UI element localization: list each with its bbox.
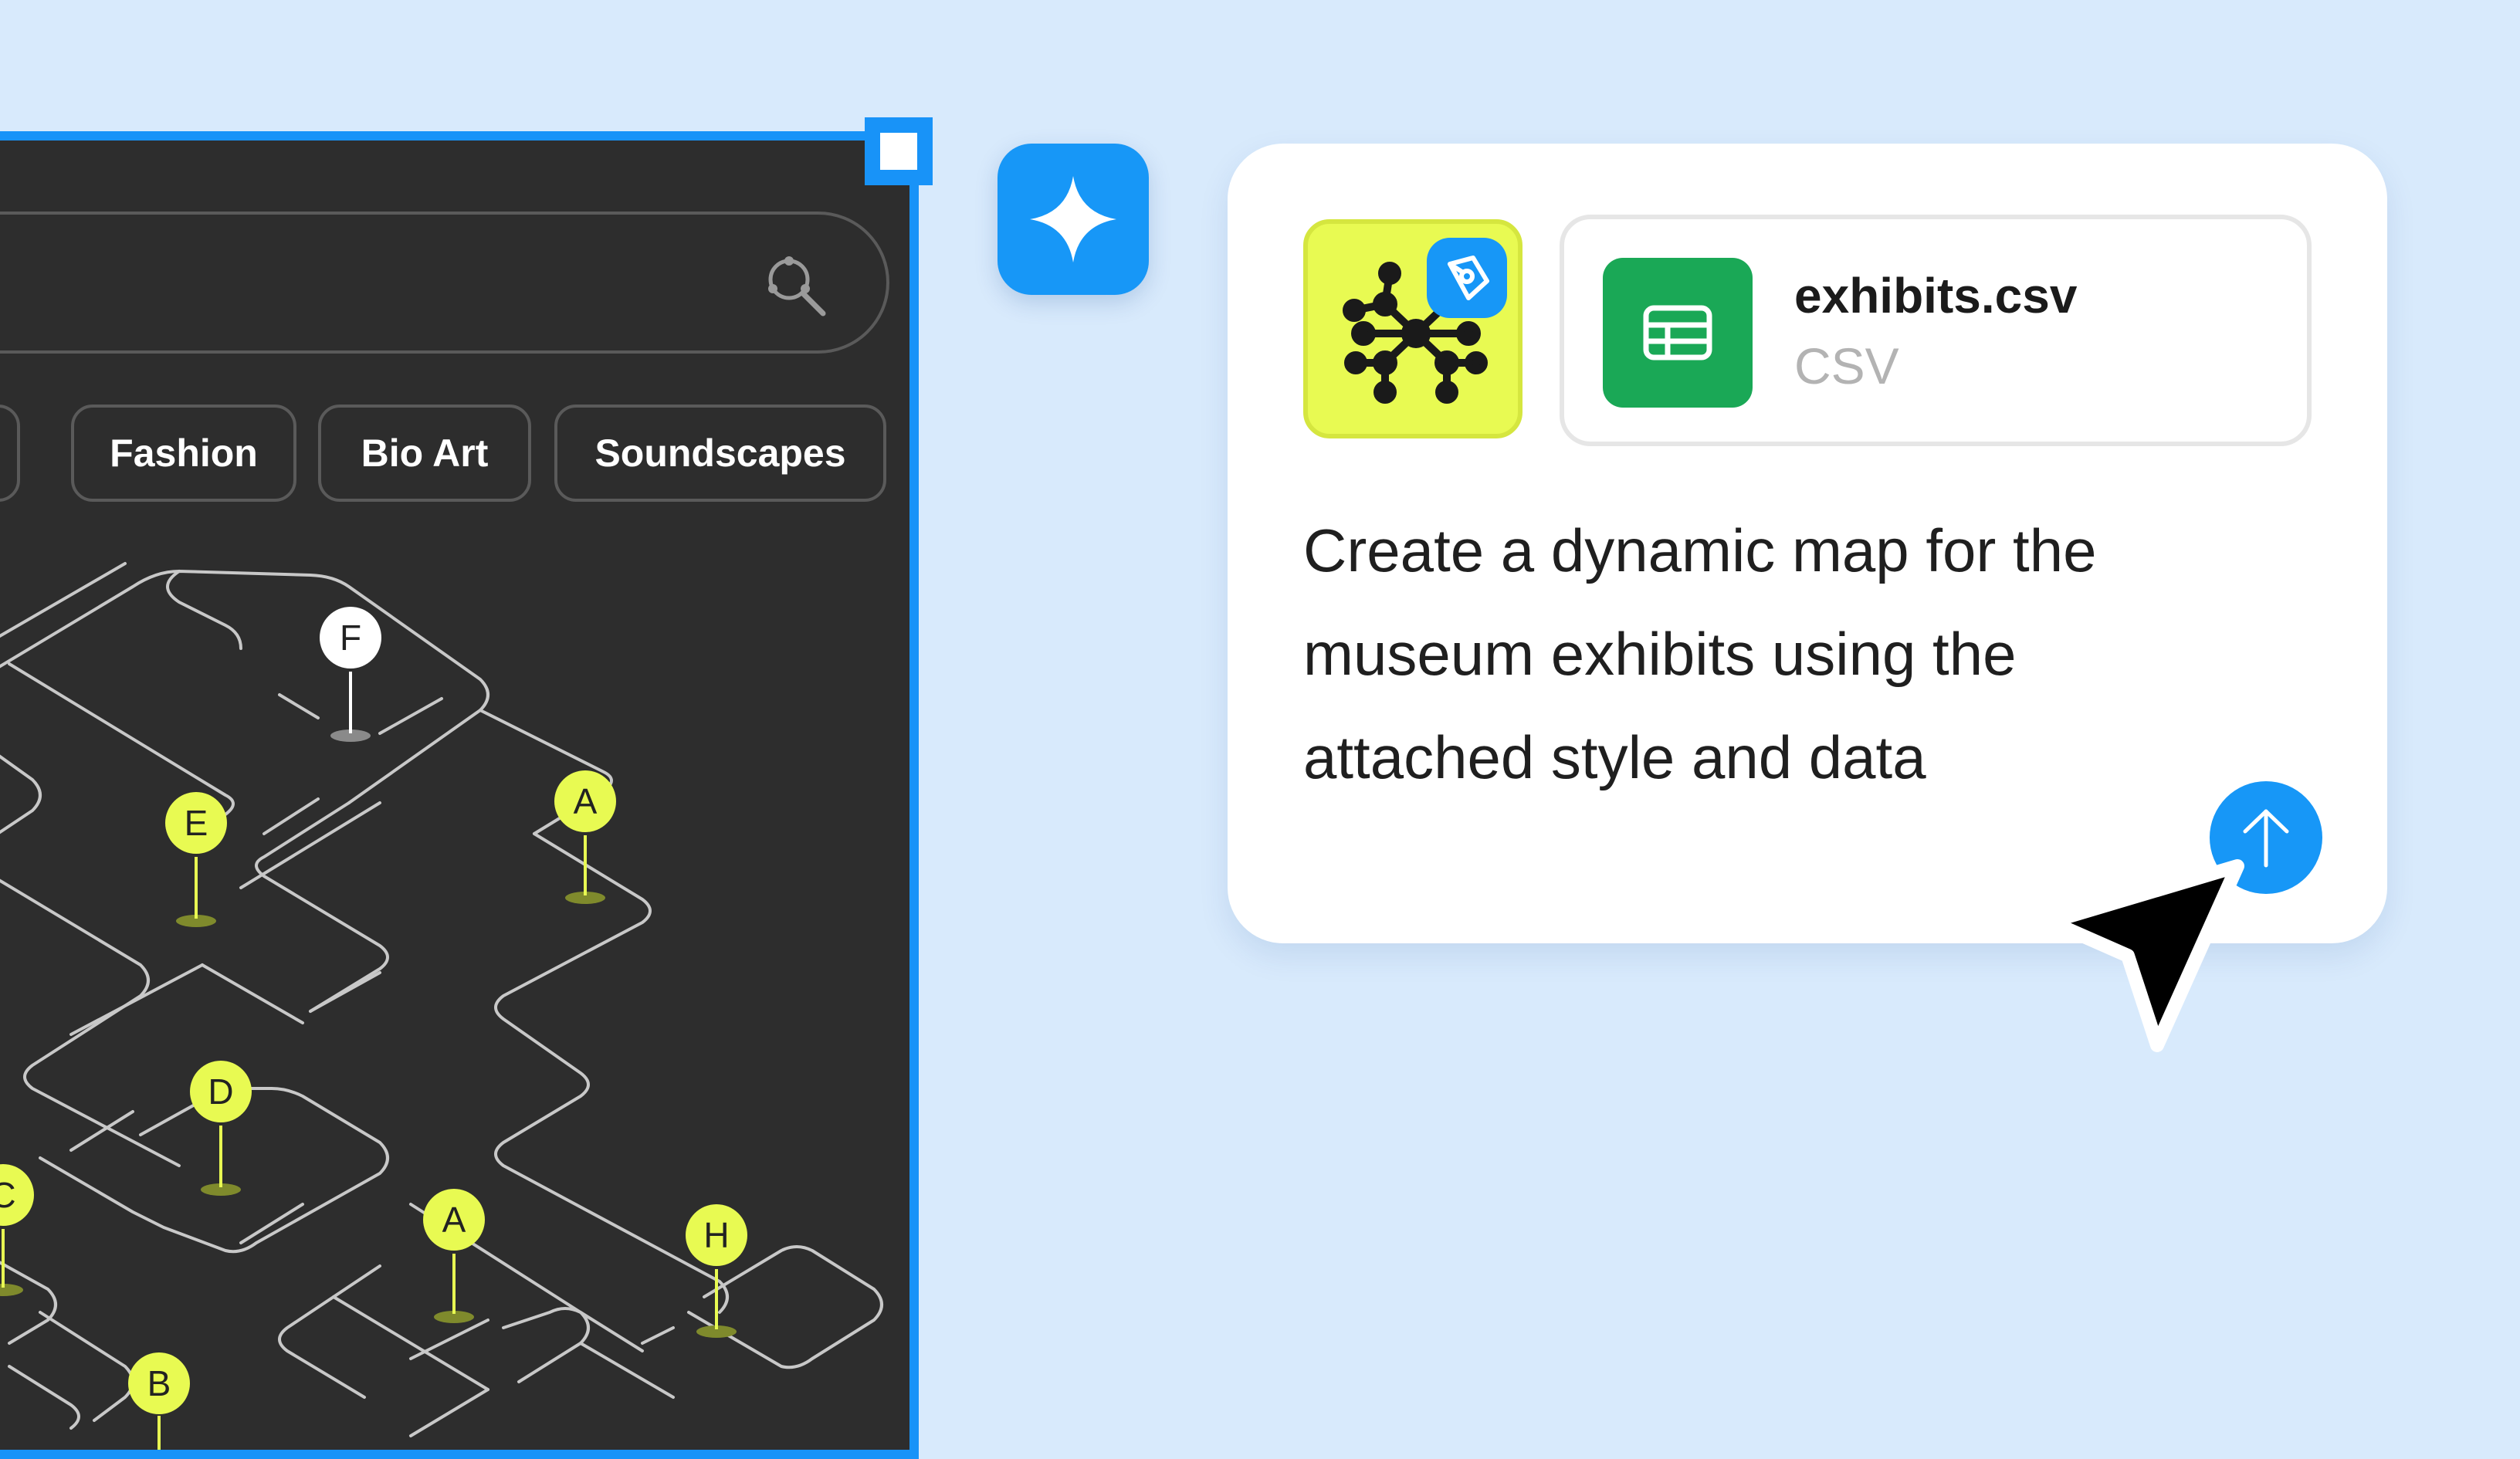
sparkle-icon	[1030, 176, 1116, 262]
map-pin-b[interactable]: B	[128, 1352, 190, 1450]
map-pin-a-top[interactable]: A	[554, 770, 616, 904]
prompt-line: attached style and data	[1303, 723, 1926, 791]
map-pin-f[interactable]: F	[320, 607, 381, 742]
isometric-floor-map: F E A D C A H B	[0, 562, 883, 1450]
style-attachment-thumbnail[interactable]	[1303, 219, 1522, 438]
attachment-file-name: exhibits.csv	[1794, 268, 2078, 323]
map-pin-f-label: F	[340, 618, 361, 658]
prompt-card: exhibits.csv CSV Create a dynamic map fo…	[1228, 144, 2387, 943]
map-pin-d-label: D	[208, 1071, 233, 1112]
resize-handle[interactable]	[865, 117, 933, 185]
prompt-line: Create a dynamic map for the	[1303, 516, 2097, 584]
pen-nib-icon	[1448, 256, 1489, 300]
map-pin-b-label: B	[147, 1363, 171, 1403]
map-pin-h[interactable]: H	[686, 1204, 747, 1338]
map-canvas-frame[interactable]: Fashion Bio Art Soundscapes F E A D C A …	[0, 117, 933, 1459]
map-pin-e[interactable]: E	[165, 792, 227, 927]
map-pin-d[interactable]: D	[190, 1061, 252, 1196]
map-pin-c-label: C	[0, 1175, 16, 1215]
map-panel: Fashion Bio Art Soundscapes F E A D C A …	[0, 140, 909, 1450]
csv-attachment[interactable]: exhibits.csv CSV	[1560, 215, 2312, 446]
map-pin-a-top-label: A	[574, 781, 598, 821]
attachment-file-type: CSV	[1794, 337, 1899, 394]
prompt-text[interactable]: Create a dynamic map for the museum exhi…	[1303, 499, 2307, 809]
pen-nib-badge	[1427, 238, 1507, 318]
prompt-line: museum exhibits using the	[1303, 620, 2017, 688]
pointer-arrow-icon	[2044, 859, 2244, 1052]
map-pin-a-bottom-label: A	[442, 1200, 466, 1240]
ai-assistant-button[interactable]	[998, 144, 1149, 295]
spreadsheet-icon	[1603, 258, 1753, 408]
map-pin-h-label: H	[703, 1215, 729, 1255]
map-pin-c[interactable]: C	[0, 1164, 34, 1296]
map-pin-a-bottom[interactable]: A	[423, 1189, 485, 1323]
map-pin-e-label: E	[185, 803, 208, 843]
